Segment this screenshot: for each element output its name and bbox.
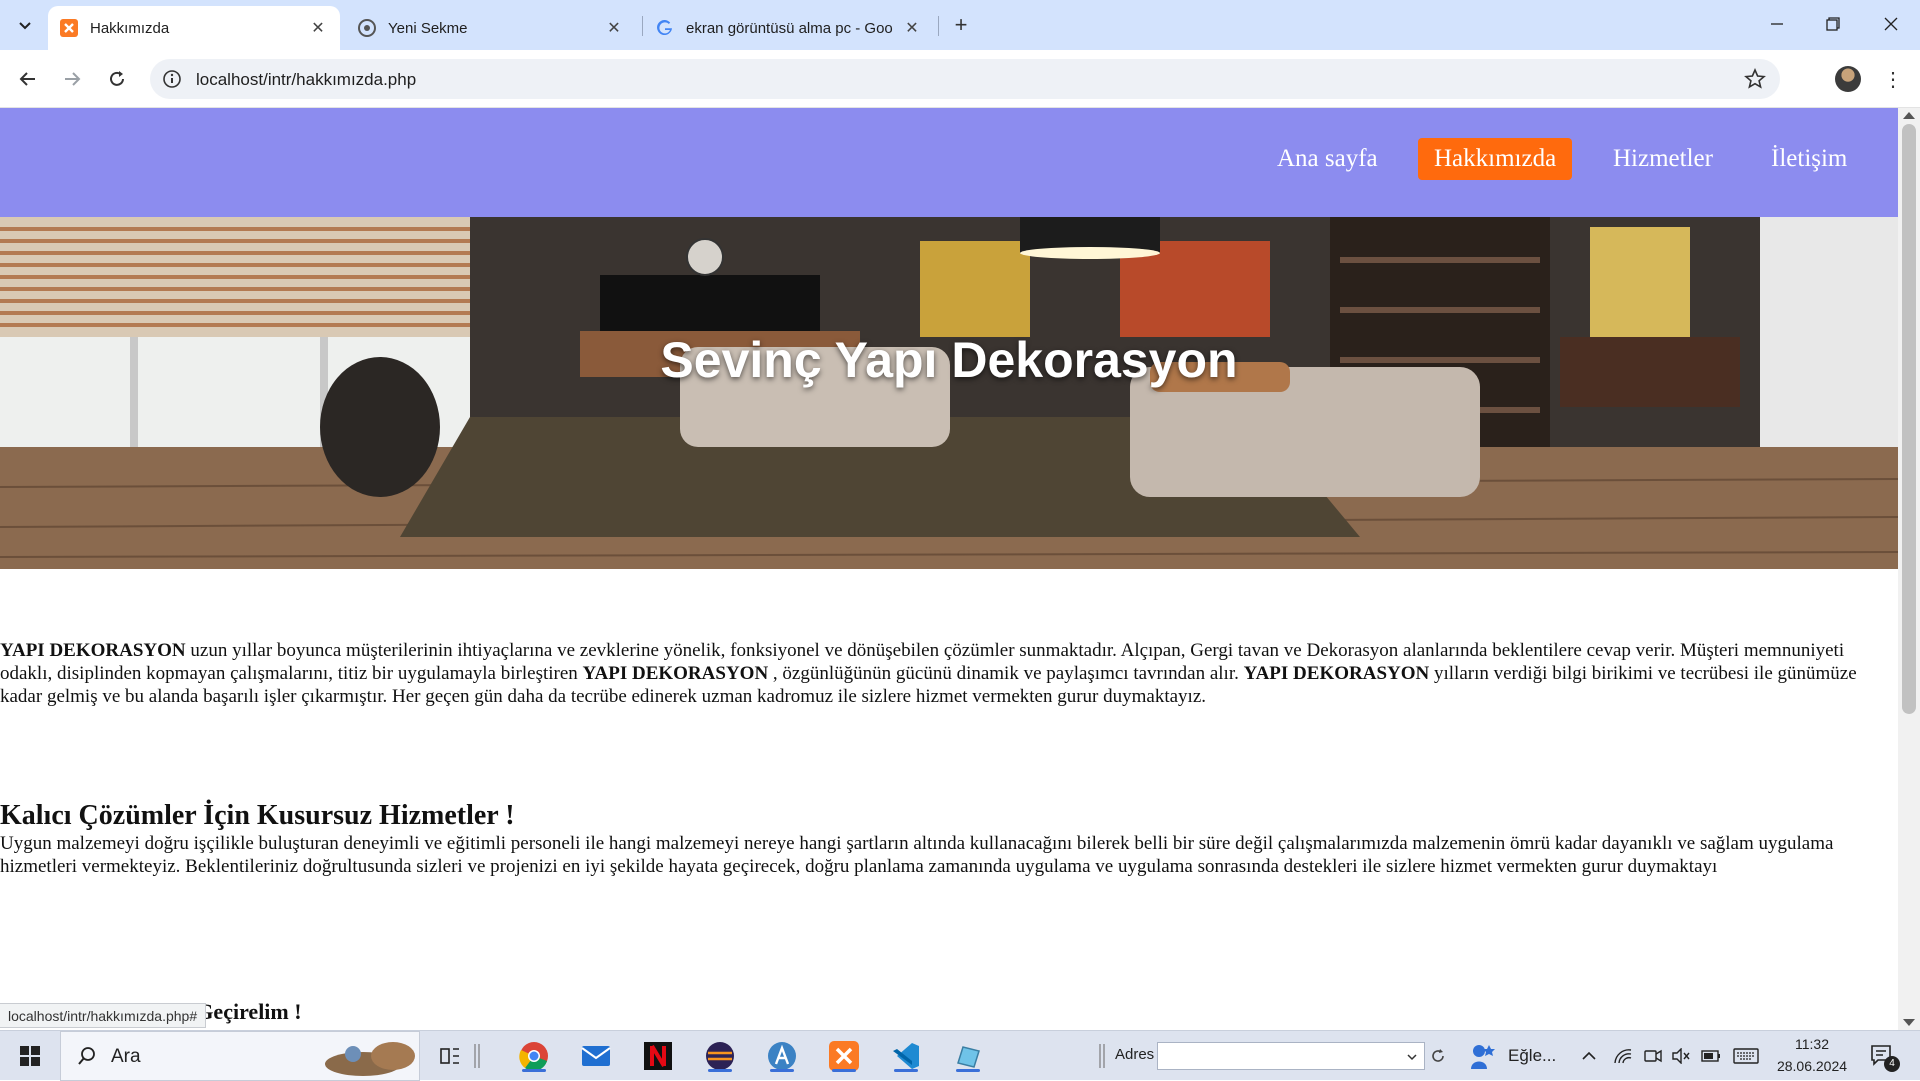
- brand-name: YAPI DEKORASYON: [0, 640, 186, 661]
- close-window-button[interactable]: [1868, 0, 1914, 48]
- chevron-up-icon[interactable]: [1574, 1038, 1604, 1074]
- intro-text: , özgünlüğünün gücünü dinamik ve paylaşı…: [768, 663, 1244, 684]
- active-indicator: [522, 1069, 546, 1072]
- weather-widget-icon[interactable]: [1462, 1038, 1502, 1074]
- notes-app-icon[interactable]: [948, 1038, 988, 1074]
- mail-icon[interactable]: [576, 1038, 616, 1074]
- tab-hakkimizda[interactable]: Hakkımızda ✕: [48, 6, 340, 50]
- section-heading: Projelerinizi Hayata Geçirelim !: [0, 999, 302, 1024]
- app-a-icon[interactable]: [762, 1038, 802, 1074]
- active-indicator: [956, 1069, 980, 1072]
- scroll-down-arrow[interactable]: [1903, 1019, 1915, 1026]
- nav-link-ana-sayfa[interactable]: Ana sayfa: [1261, 138, 1394, 180]
- taskbar-divider: [1096, 1038, 1108, 1074]
- netflix-icon[interactable]: [638, 1038, 678, 1074]
- nav-link-hakkimizda[interactable]: Hakkımızda: [1418, 138, 1573, 180]
- page-scrollbar[interactable]: [1898, 108, 1920, 1030]
- refresh-icon[interactable]: [1426, 1038, 1450, 1074]
- tab-title: Hakkımızda: [90, 19, 170, 37]
- nav-link-iletisim[interactable]: İletişim: [1755, 138, 1863, 180]
- search-label: Ara: [111, 1046, 141, 1067]
- url-text: localhost/intr/hakkımızda.php: [196, 70, 417, 89]
- new-tab-button[interactable]: +: [948, 12, 974, 38]
- weather-widget-label[interactable]: Eğle...: [1508, 1046, 1556, 1066]
- search-icon: [78, 1047, 95, 1065]
- scroll-up-arrow[interactable]: [1903, 112, 1915, 119]
- address-bar[interactable]: localhost/intr/hakkımızda.php: [150, 59, 1780, 99]
- active-indicator: [770, 1069, 794, 1072]
- section-heading: Kalıcı Çözümler İçin Kusursuz Hizmetler …: [0, 800, 515, 831]
- restore-button[interactable]: [1810, 0, 1856, 48]
- arrow-left-icon: [19, 72, 35, 86]
- close-icon[interactable]: ✕: [604, 18, 624, 38]
- windows-taskbar: Ara Adres Eğle... 11:32 28.06.2024 4: [0, 1030, 1920, 1081]
- info-icon[interactable]: [162, 69, 182, 89]
- minimize-button[interactable]: [1754, 0, 1800, 48]
- forward-button[interactable]: [56, 63, 88, 95]
- browser-tab-strip: Hakkımızda ✕ Yeni Sekme ✕ ekran görüntüs…: [0, 0, 1920, 50]
- link-status-bubble: localhost/intr/hakkımızda.php#: [0, 1003, 207, 1028]
- reload-button[interactable]: [101, 63, 133, 95]
- active-indicator: [894, 1069, 918, 1072]
- active-indicator: [832, 1069, 856, 1072]
- eclipse-icon[interactable]: [700, 1038, 740, 1074]
- arrow-right-icon: [65, 72, 81, 86]
- xampp-icon: [60, 19, 78, 37]
- tab-title: ekran görüntüsü alma pc - Goo: [686, 19, 893, 37]
- address-toolbar-label: Adres: [1115, 1046, 1155, 1063]
- bookmark-star-icon[interactable]: [1744, 67, 1766, 90]
- chrome-taskbar-icon[interactable]: [514, 1038, 554, 1074]
- back-button[interactable]: [12, 63, 44, 95]
- services-section: Kalıcı Çözümler İçin Kusursuz Hizmetler …: [0, 800, 1898, 878]
- projects-section: Projelerinizi Hayata Geçirelim !: [0, 996, 1898, 1028]
- browser-toolbar: localhost/intr/hakkımızda.php ⋮: [0, 50, 1920, 108]
- meet-now-icon[interactable]: [1638, 1038, 1668, 1074]
- site-navbar: Ana sayfa Hakkımızda Hizmetler İletişim: [0, 108, 1898, 217]
- close-icon[interactable]: ✕: [308, 18, 328, 38]
- volume-muted-icon[interactable]: [1666, 1038, 1696, 1074]
- vscode-icon[interactable]: [886, 1038, 926, 1074]
- profile-avatar[interactable]: [1835, 66, 1861, 92]
- notification-count-badge: 4: [1884, 1056, 1900, 1072]
- tab-yeni-sekme[interactable]: Yeni Sekme ✕: [346, 6, 636, 50]
- start-button[interactable]: [10, 1038, 50, 1074]
- section-paragraph: Uygun malzemeyi doğru işçilikle buluştur…: [0, 833, 1834, 877]
- taskbar-divider: [470, 1038, 484, 1074]
- tab-separator: [642, 16, 643, 36]
- chevron-down-icon: [1407, 1054, 1417, 1061]
- tab-title: Yeni Sekme: [388, 19, 468, 37]
- brand-name: YAPI DEKORASYON: [582, 663, 769, 684]
- tab-google-search[interactable]: ekran görüntüsü alma pc - Goo ✕: [644, 6, 934, 50]
- taskbar-search-box[interactable]: Ara: [60, 1031, 420, 1081]
- intro-section: YAPI DEKORASYON uzun yıllar boyunca müşt…: [0, 639, 1898, 708]
- battery-icon[interactable]: [1696, 1038, 1726, 1074]
- scroll-thumb[interactable]: [1902, 124, 1916, 714]
- living-room-image: [0, 217, 1898, 569]
- active-indicator: [708, 1069, 732, 1072]
- tab-separator: [938, 16, 939, 36]
- nav-link-hizmetler[interactable]: Hizmetler: [1597, 138, 1729, 180]
- task-view-icon[interactable]: [430, 1038, 470, 1074]
- network-icon[interactable]: [1608, 1038, 1638, 1074]
- chrome-icon: [358, 19, 376, 37]
- page-viewport: Ana sayfa Hakkımızda Hizmetler İletişim: [0, 108, 1898, 1030]
- xampp-taskbar-icon[interactable]: [824, 1038, 864, 1074]
- brand-name: YAPI DEKORASYON: [1243, 663, 1430, 684]
- intro-paragraph: YAPI DEKORASYON uzun yıllar boyunca müşt…: [0, 639, 1898, 708]
- clock-time[interactable]: 11:32: [1776, 1036, 1848, 1052]
- address-toolbar-input[interactable]: [1157, 1042, 1425, 1070]
- chevron-down-icon: [19, 22, 31, 30]
- keyboard-icon[interactable]: [1728, 1038, 1764, 1074]
- hero-title: Sevinç Yapı Dekorasyon: [660, 332, 1238, 388]
- windows-logo-icon: [20, 1046, 40, 1066]
- close-icon[interactable]: ✕: [902, 18, 922, 38]
- hero-banner: Sevinç Yapı Dekorasyon: [0, 217, 1898, 569]
- notification-center-icon[interactable]: 4: [1862, 1038, 1902, 1074]
- google-icon: [656, 19, 674, 37]
- menu-kebab-icon[interactable]: ⋮: [1880, 66, 1906, 92]
- tab-search-button[interactable]: [10, 10, 40, 40]
- reload-icon: [110, 71, 124, 86]
- search-highlight-image: [325, 1042, 415, 1076]
- clock-date[interactable]: 28.06.2024: [1776, 1058, 1848, 1074]
